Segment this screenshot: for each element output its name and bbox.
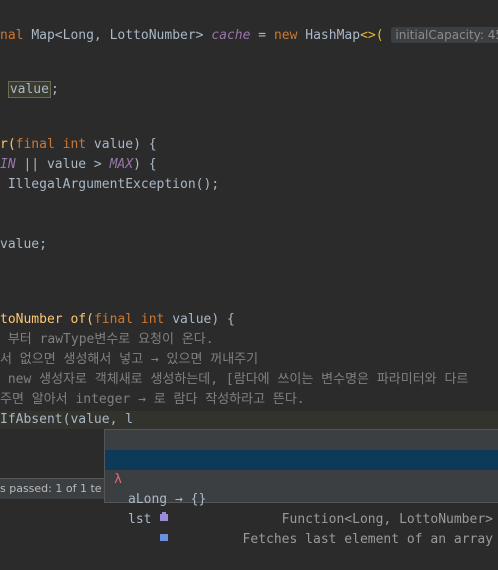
current-code-line[interactable]: IfAbsent(value, l — [0, 411, 498, 429]
code-line-field-declaration[interactable]: nal Map<Long, LottoNumber> cache = new H… — [0, 26, 498, 44]
template-icon-2 — [111, 510, 168, 570]
parameter-hint: initialCapacity: 45 — [391, 27, 498, 43]
suggestion-next[interactable] — [105, 490, 498, 541]
suggestion-alambda[interactable]: λ aLong → {} Function<Long, LottoNumber> — [105, 450, 498, 527]
comment-line-1[interactable]: 부터 rawType변수로 요청이 온다. — [0, 331, 214, 349]
code-line-of-method[interactable]: toNumber of(final int value) { — [0, 311, 235, 329]
highlighted-value: value — [7, 81, 51, 98]
comment-line-2[interactable]: 서 없으면 생성해서 넣고 → 있으면 꺼내주기 — [0, 351, 258, 369]
test-status-bar: s passed: 1 of 1 te — [0, 478, 104, 499]
comment-line-3[interactable]: new 생성자로 객체새로 생성하는데, [람다에 쓰이는 변수명은 파라미터와… — [0, 371, 469, 389]
code-line-constructor[interactable]: r(final int value) { — [0, 136, 157, 154]
code-line-assign[interactable]: value; — [0, 236, 47, 254]
suggestion-long[interactable]: long — [105, 430, 498, 467]
suggestion-lst[interactable]: lst Fetches last element of an array — [105, 470, 498, 547]
tests-passed-text: s passed: 1 of 1 te — [0, 482, 102, 495]
code-line-throw[interactable]: IllegalArgumentException(); — [0, 176, 219, 194]
autocomplete-popup[interactable]: long λ aLong → {} Function<Long, LottoNu… — [104, 429, 498, 547]
code-line-range-check[interactable]: IN || value > MAX) { — [0, 156, 157, 174]
code-line-value-field[interactable]: value; — [0, 81, 59, 99]
comment-line-4[interactable]: 주면 알아서 integer → 로 람다 작성하라고 뜬다. — [0, 391, 305, 409]
